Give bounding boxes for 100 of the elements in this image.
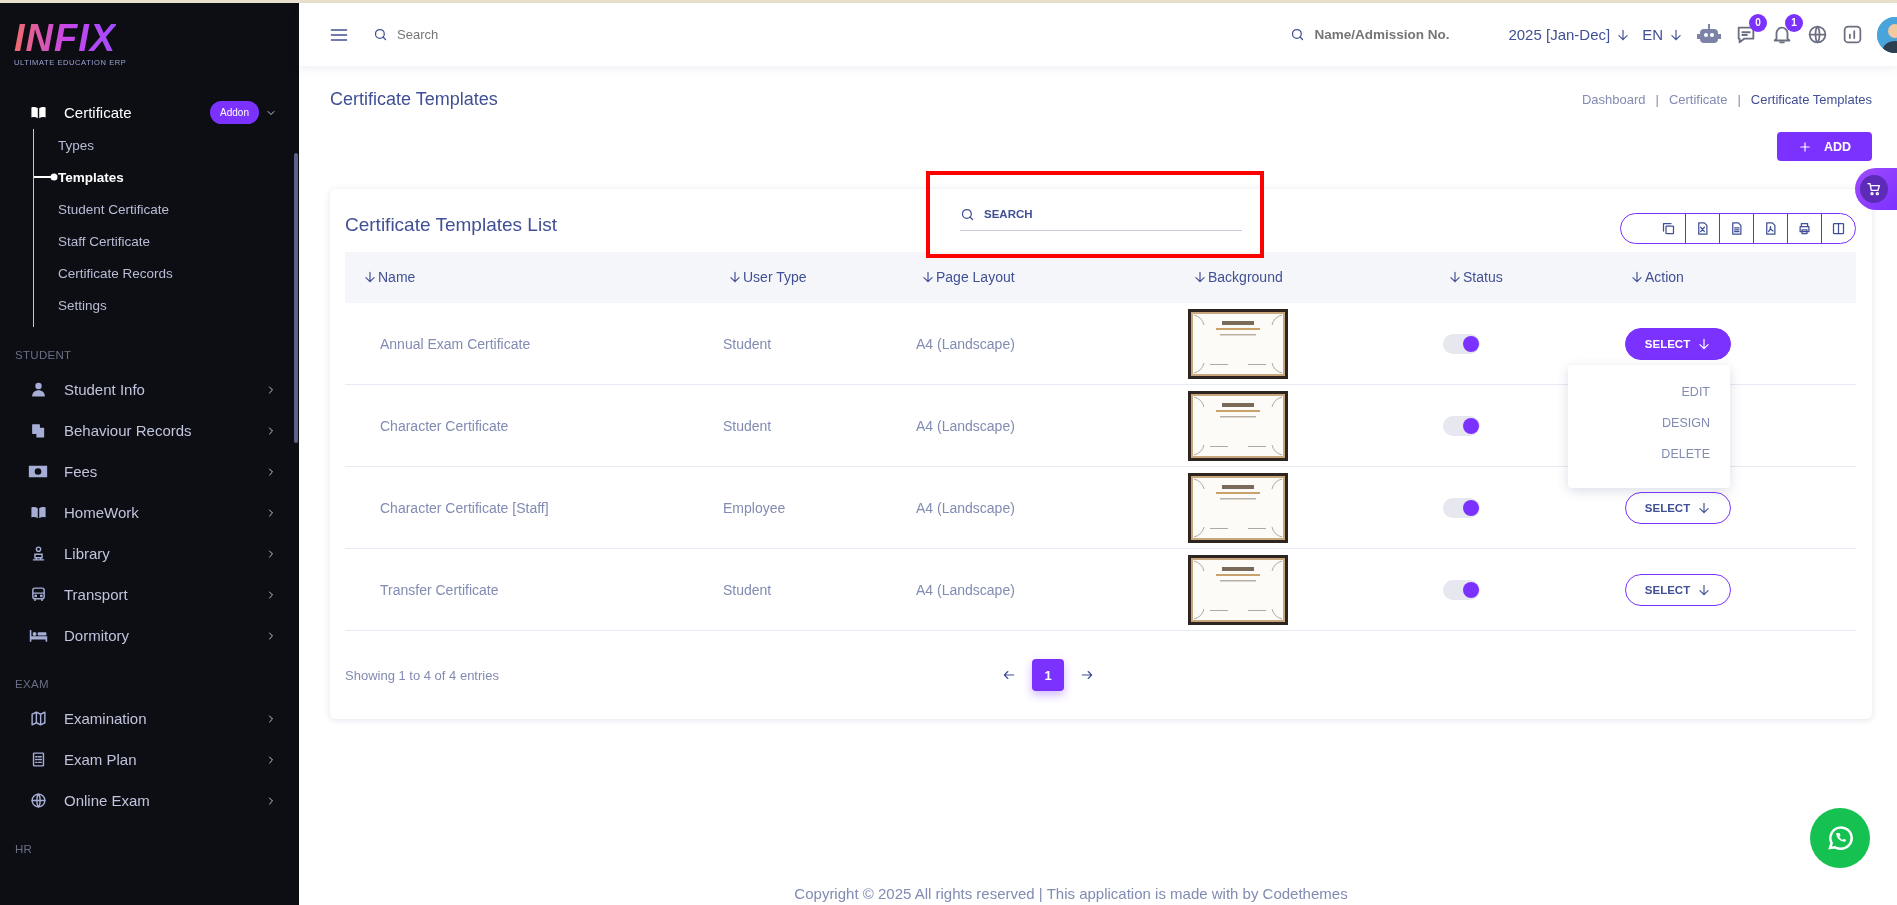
pdf-icon [1763,220,1778,236]
sidebar-item[interactable]: Transport [0,574,299,615]
submenu-link[interactable]: Settings [58,297,107,313]
session-dropdown[interactable]: 2025 [Jan-Dec] [1508,26,1631,43]
spreadsheet-icon [1695,220,1710,236]
sidebar-label: Examination [64,710,148,727]
column-header[interactable]: Action [1630,268,1684,285]
book-icon [29,104,47,121]
submenu-link[interactable]: Staff Certificate [58,233,151,249]
section-heading: HR [14,842,34,857]
sidebar-label: Fees [64,463,99,480]
sidebar-label: Library [64,545,111,562]
globe-icon [29,792,47,809]
language-dropdown[interactable]: EN [1642,26,1683,43]
sidebar-item[interactable]: Examination [0,698,299,739]
language-label: EN [1642,26,1663,43]
sort-arrow-icon [1448,269,1462,284]
column-header[interactable]: User Type [728,268,807,285]
map-icon [29,710,47,727]
breadcrumb-separator: | [1655,91,1659,107]
column-header[interactable]: Page Layout [921,268,1015,285]
sidebar-label: Student Info [64,381,146,398]
column-header[interactable]: Name [363,268,416,285]
select-button[interactable]: SELECT [1625,327,1731,360]
table-cell: Character Certificate [380,417,509,434]
table-cell: Student [723,335,772,352]
sidebar-item[interactable]: Exam Plan [0,739,299,780]
sidebar-item[interactable]: Behaviour Records [0,410,299,451]
select-button[interactable]: SELECT [1625,573,1731,606]
submenu-link[interactable]: Templates [58,169,124,185]
table-search-field[interactable]: SEARCH [960,197,1242,231]
table-cell: A4 (Landscape) [916,417,1015,434]
page-title: Certificate Templates [330,88,498,110]
table-cell: A4 (Landscape) [916,335,1015,352]
bed-icon [28,627,48,644]
table-cell: Character Certificate [Staff] [380,499,549,516]
toggle-switch[interactable] [1443,415,1480,436]
add-button[interactable]: ADD [1777,132,1872,161]
sidebar-label: Certificate [64,104,133,121]
submenu-link[interactable]: Types [58,137,95,153]
column-header[interactable]: Background [1193,268,1283,285]
arrow-down-icon [1697,582,1712,597]
next-page-button[interactable] [1080,668,1094,682]
table-cell: Annual Exam Certificate [380,335,531,352]
globe-icon[interactable] [1807,24,1828,45]
section-heading: STUDENT [14,348,73,363]
arrow-down-icon [1697,336,1712,351]
sidebar-item[interactable]: Online Exam [0,780,299,821]
robot-icon[interactable] [1697,23,1721,46]
card-title: Certificate Templates List [345,214,558,236]
page-button[interactable]: 1 [1032,659,1064,691]
count-badge: 1 [1785,13,1803,32]
sidebar-label: Dormitory [64,627,130,644]
sidebar-item[interactable]: Library [0,533,299,574]
count-badge: 0 [1749,13,1767,32]
columns-icon [1831,220,1846,236]
table-cell: A4 (Landscape) [916,499,1015,516]
session-label: 2025 [Jan-Dec] [1508,26,1611,43]
bus-icon [29,586,47,603]
sidebar-label: Exam Plan [64,751,138,768]
arrow-down-icon [1697,500,1712,515]
sidebar-item[interactable]: Dormitory [0,615,299,656]
previous-page-button[interactable] [1002,668,1016,682]
breadcrumb-link[interactable]: Certificate [1668,91,1728,107]
toggle-switch[interactable] [1443,497,1480,518]
plus-icon [1797,139,1812,154]
sidebar-item[interactable]: Certificate Addon [0,92,299,133]
table-cell: Employee [723,499,786,516]
print-icon [1797,220,1812,236]
sidebar-item[interactable]: Student Info [0,369,299,410]
submenu-link[interactable]: Student Certificate [58,201,170,217]
select-button[interactable]: SELECT [1625,491,1731,524]
document-icon [1729,220,1744,236]
cart-button[interactable] [1855,168,1897,210]
search-icon [1290,27,1306,42]
sort-arrow-icon [1193,269,1207,284]
sidebar-label: Behaviour Records [64,422,193,439]
documents-icon [29,422,47,439]
sidebar-label: Online Exam [64,792,151,809]
sidebar-label: Transport [64,586,129,603]
toggle-switch[interactable] [1443,579,1480,600]
sort-arrow-icon [728,269,742,284]
submenu-link[interactable]: Certificate Records [58,265,173,281]
arrow-down-icon [1616,27,1631,42]
table-cell: Student [723,581,772,598]
person-icon [29,381,47,398]
scrollbar[interactable] [294,153,298,443]
sidebar-item[interactable]: Fees [0,451,299,492]
copyright-text: Copyright © 2025 All rights reserved | This application is made with by Codethemes [793,885,1349,904]
chart-icon[interactable] [1842,24,1863,45]
search-icon [960,207,975,222]
column-header[interactable]: Status [1448,268,1503,285]
table-cell: A4 (Landscape) [916,581,1015,598]
table-cell: Student [723,417,772,434]
arrow-down-icon [1669,27,1683,42]
sidebar-item[interactable]: HomeWork [0,492,299,533]
section-heading: EXAM [14,677,50,692]
search-icon [373,27,388,42]
toggle-switch[interactable] [1443,333,1480,354]
addon-badge: Addon [210,101,259,124]
